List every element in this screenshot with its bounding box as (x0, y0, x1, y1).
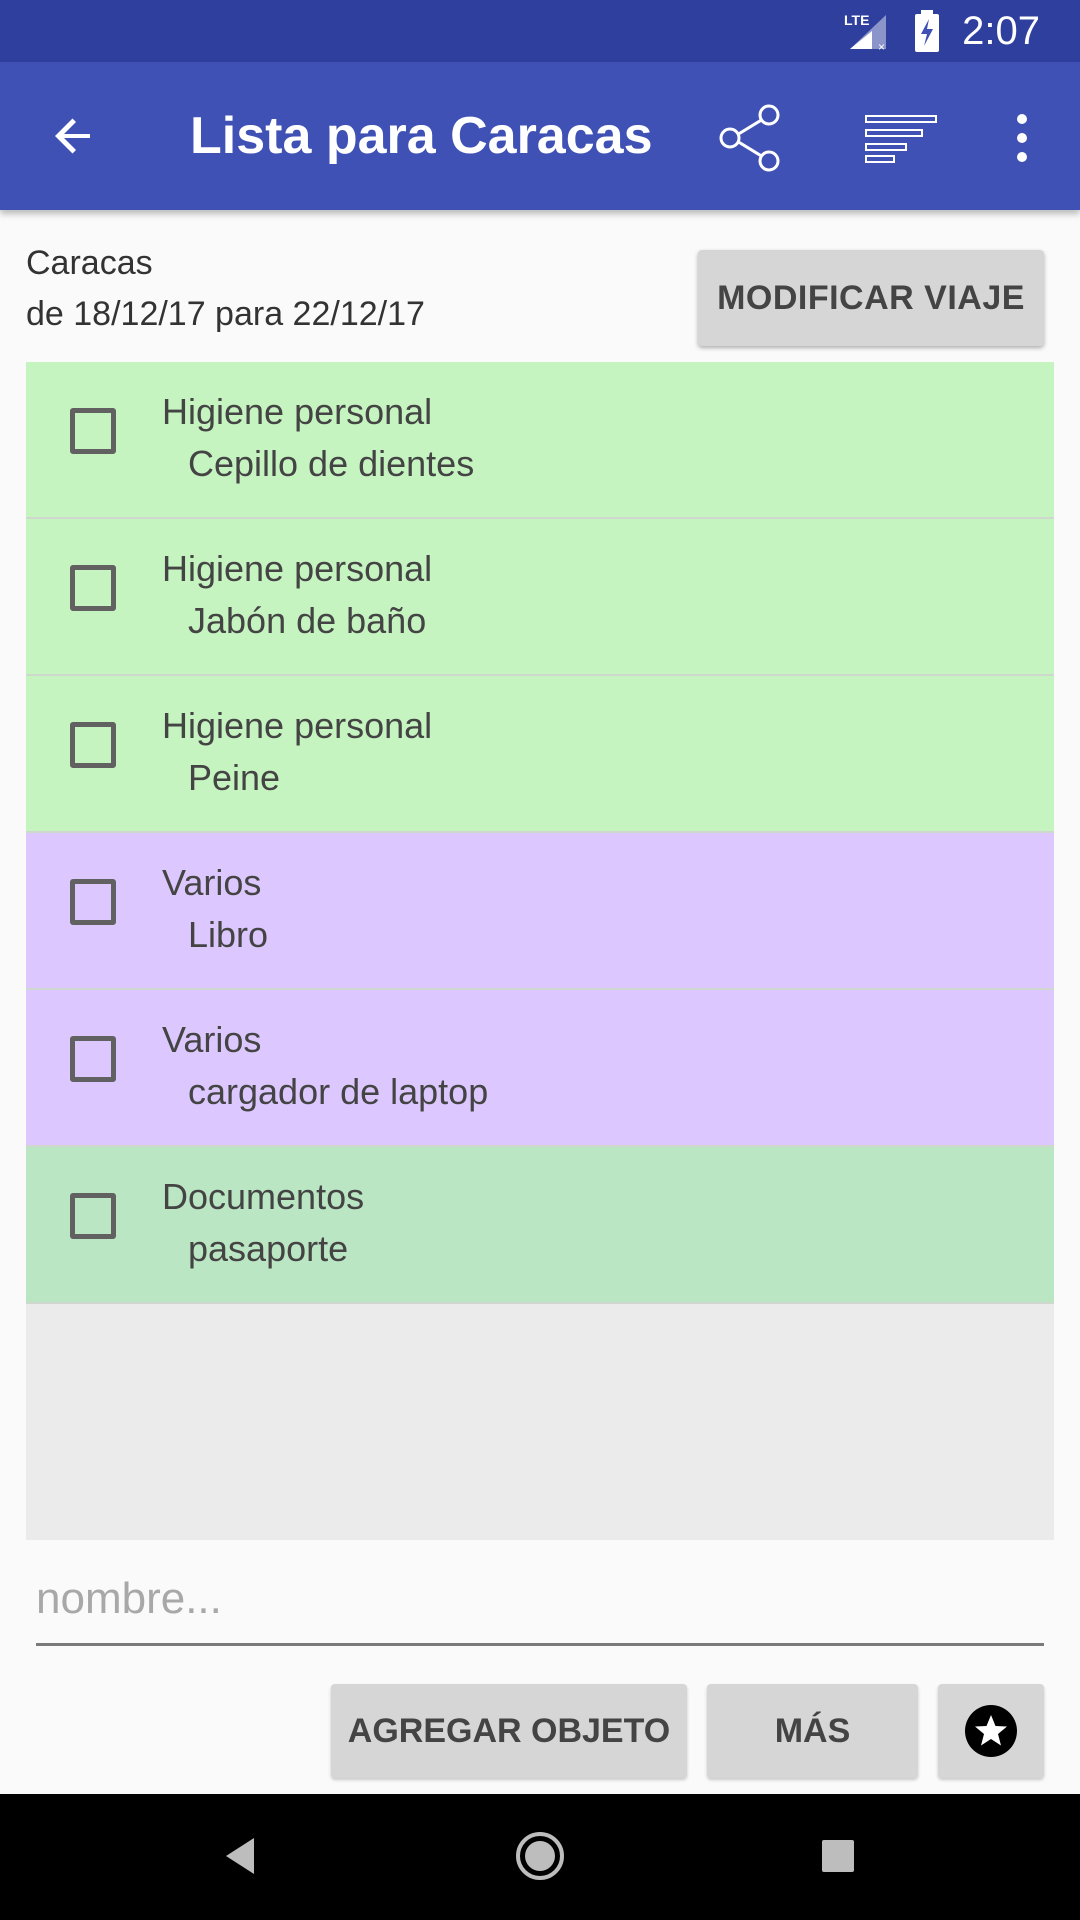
list-item[interactable]: Varios Libro (26, 833, 1054, 990)
item-category: Higiene personal (162, 705, 433, 746)
item-name-input[interactable] (36, 1560, 1044, 1646)
list-item[interactable]: Varios cargador de laptop (26, 990, 1054, 1147)
status-bar: LTE × 2:07 (0, 0, 1080, 62)
item-category: Varios (162, 862, 262, 903)
modify-trip-button[interactable]: MODIFICAR VIAJE (698, 250, 1044, 346)
item-checkbox[interactable] (70, 879, 116, 925)
trip-info: Caracas de 18/12/17 para 22/12/17 (26, 238, 425, 340)
sort-icon[interactable] (860, 106, 940, 170)
list-item[interactable]: Documentos pasaporte (26, 1147, 1054, 1304)
favorites-button[interactable] (938, 1684, 1044, 1778)
item-checkbox[interactable] (70, 565, 116, 611)
list-item[interactable]: Higiene personal Jabón de baño (26, 519, 1054, 676)
status-time: 2:07 (962, 8, 1040, 53)
lte-signal-icon: LTE × (842, 9, 892, 53)
item-name: Libro (188, 914, 269, 955)
item-checkbox[interactable] (70, 1193, 116, 1239)
more-button[interactable]: MÁS (707, 1684, 918, 1778)
nav-recents-icon[interactable] (822, 1840, 854, 1872)
svg-text:LTE: LTE (844, 12, 869, 28)
nav-back-icon[interactable] (222, 1834, 258, 1883)
app-bar: Lista para Caracas (0, 62, 1080, 210)
battery-charging-icon (914, 10, 940, 52)
svg-text:×: × (878, 40, 885, 53)
item-category: Documentos (162, 1176, 365, 1217)
item-name: pasaporte (188, 1228, 349, 1269)
item-name: Jabón de baño (188, 600, 427, 641)
item-checkbox[interactable] (70, 722, 116, 768)
item-name: Peine (188, 757, 281, 798)
page-title: Lista para Caracas (190, 107, 653, 165)
list-item[interactable]: Higiene personal Cepillo de dientes (26, 362, 1054, 519)
item-name: Cepillo de dientes (188, 443, 475, 484)
trip-destination: Caracas (26, 244, 153, 282)
list-item[interactable]: Higiene personal Peine (26, 676, 1054, 833)
item-category: Varios (162, 1019, 262, 1060)
more-vert-icon[interactable] (1000, 102, 1044, 174)
star-circle-icon (965, 1705, 1017, 1757)
item-checkbox[interactable] (70, 1036, 116, 1082)
nav-home-icon[interactable] (512, 1828, 568, 1889)
navigation-bar (0, 1794, 1080, 1920)
item-category: Higiene personal (162, 391, 433, 432)
status-icons: LTE × 2:07 (842, 0, 1040, 62)
back-arrow-icon[interactable] (44, 106, 104, 166)
item-category: Higiene personal (162, 548, 433, 589)
trip-dates: de 18/12/17 para 22/12/17 (26, 295, 425, 333)
share-icon[interactable] (712, 102, 788, 174)
item-checkbox[interactable] (70, 408, 116, 454)
add-item-button[interactable]: AGREGAR OBJETO (331, 1684, 687, 1778)
item-name: cargador de laptop (188, 1071, 489, 1112)
item-list: Higiene personal Cepillo de dientes Higi… (26, 362, 1054, 1540)
